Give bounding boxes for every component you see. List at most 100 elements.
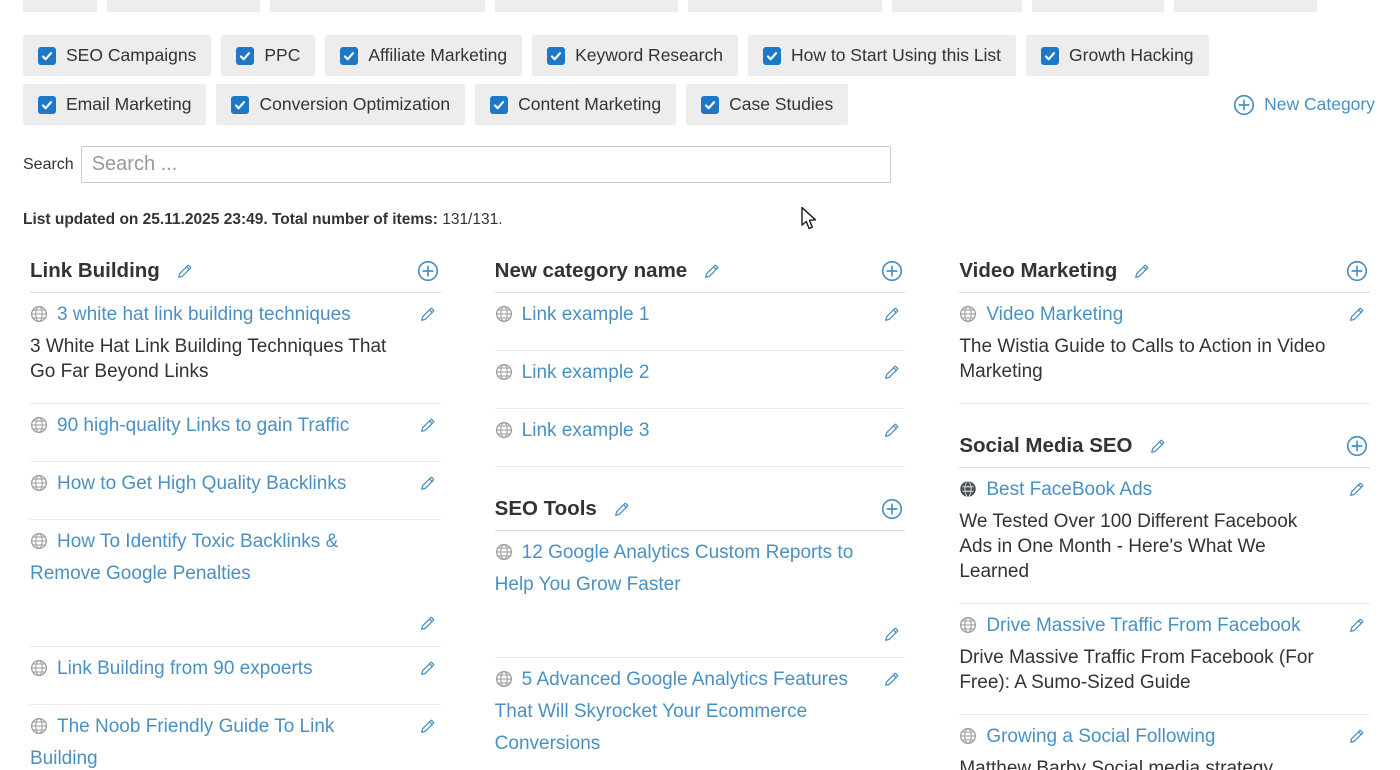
bookmark-link[interactable]: 5 Advanced Google Analytics Features Tha…	[495, 669, 848, 754]
edit-link-icon[interactable]	[419, 718, 436, 735]
edit-link-icon[interactable]	[1348, 306, 1365, 323]
edit-link-icon[interactable]	[1348, 617, 1365, 634]
add-link-icon[interactable]	[1346, 435, 1368, 457]
filter-chip[interactable]: PPC	[221, 35, 316, 76]
edit-link-icon[interactable]	[419, 417, 436, 434]
category-items: 12 Google Analytics Custom Reports to He…	[494, 531, 906, 770]
filter-row-1: SEO Campaigns PPC Affiliate Marketing Ke…	[23, 35, 1377, 76]
status-line: List updated on 25.11.2025 23:49. Total …	[23, 211, 1377, 229]
edit-link-icon[interactable]	[419, 306, 436, 323]
bookmark-link[interactable]: Drive Massive Traffic From Facebook	[986, 615, 1300, 636]
category-section: Social Media SEO Best FaceBook Ads We Te…	[959, 434, 1370, 770]
globe-favicon-icon	[30, 416, 48, 434]
bookmark-link[interactable]: Link example 3	[522, 420, 650, 441]
filter-chip[interactable]: Growth Hacking	[1026, 35, 1209, 76]
checkbox-checked-icon[interactable]	[236, 46, 255, 65]
search-input[interactable]	[80, 146, 891, 183]
checkbox-checked-icon[interactable]	[762, 46, 781, 65]
search-row: Search	[23, 146, 1377, 183]
link-item: The Noob Friendly Guide To Link Building	[30, 705, 441, 770]
category-title: Video Marketing	[959, 259, 1118, 282]
category-header: Social Media SEO	[959, 434, 1370, 468]
add-link-icon[interactable]	[1346, 260, 1368, 282]
filter-chip[interactable]: Content Marketing	[475, 84, 677, 125]
add-link-icon[interactable]	[881, 498, 903, 520]
bookmark-link[interactable]: Video Marketing	[986, 304, 1123, 325]
filter-chip[interactable]: How to Start Using this List	[747, 35, 1017, 76]
link-item: 5 Advanced Google Analytics Features Tha…	[495, 658, 906, 770]
cutoff-filter-chip[interactable]	[892, 0, 1022, 12]
add-category-icon	[1233, 94, 1255, 116]
edit-link-icon[interactable]	[883, 671, 900, 688]
edit-link-icon[interactable]	[419, 660, 436, 677]
edit-category-icon[interactable]	[703, 263, 720, 280]
link-line: Link example 3	[495, 415, 868, 447]
bookmark-link[interactable]: How To Identify Toxic Backlinks & Remove…	[30, 531, 338, 584]
edit-category-icon[interactable]	[1133, 263, 1150, 280]
checkbox-checked-icon[interactable]	[490, 95, 509, 114]
checkbox-checked-icon[interactable]	[38, 46, 56, 65]
bookmark-link[interactable]: Link example 1	[522, 304, 650, 325]
filter-chip[interactable]: SEO Campaigns	[23, 35, 212, 76]
edit-link-icon[interactable]	[419, 615, 436, 632]
category-header: New category name	[494, 259, 906, 293]
filter-chip[interactable]: Case Studies	[686, 84, 849, 125]
filter-chip-label: SEO Campaigns	[66, 45, 197, 65]
link-item: How to Get High Quality Backlinks	[30, 462, 441, 520]
bookmark-link[interactable]: Best FaceBook Ads	[986, 479, 1152, 500]
cutoff-filter-chip[interactable]	[107, 0, 260, 12]
edit-link-icon[interactable]	[883, 626, 900, 643]
cutoff-filter-chip[interactable]	[688, 0, 882, 12]
filter-chip[interactable]: Email Marketing	[23, 84, 207, 125]
link-item: Drive Massive Traffic From Facebook Driv…	[959, 604, 1370, 715]
new-category-button[interactable]: New Category	[1233, 94, 1377, 116]
checkbox-checked-icon[interactable]	[340, 46, 359, 65]
cutoff-filter-chip[interactable]	[1174, 0, 1317, 12]
link-line: 3 white hat link building techniques	[30, 299, 403, 331]
category-column: New category name Link example 1 Link ex…	[494, 259, 906, 770]
filter-chip-label: Case Studies	[729, 94, 834, 114]
globe-favicon-icon	[959, 305, 977, 323]
checkbox-checked-icon[interactable]	[231, 95, 250, 114]
globe-favicon-icon	[959, 616, 977, 634]
bookmark-link[interactable]: Link Building from 90 expoerts	[57, 658, 313, 679]
edit-category-icon[interactable]	[613, 501, 630, 518]
new-category-label: New Category	[1264, 94, 1375, 114]
edit-category-icon[interactable]	[176, 263, 193, 280]
globe-favicon-icon	[30, 474, 48, 492]
category-header: Video Marketing	[959, 259, 1370, 293]
status-count: 131/131.	[437, 211, 503, 228]
checkbox-checked-icon[interactable]	[547, 46, 566, 65]
bookmark-link[interactable]: 12 Google Analytics Custom Reports to He…	[495, 542, 854, 595]
bookmark-link[interactable]: 3 white hat link building techniques	[57, 304, 351, 325]
cutoff-filter-chip[interactable]	[270, 0, 485, 12]
edit-link-icon[interactable]	[883, 422, 900, 439]
filter-chip-label: Conversion Optimization	[259, 94, 451, 114]
edit-category-icon[interactable]	[1149, 438, 1166, 455]
add-link-icon[interactable]	[417, 260, 439, 282]
filter-chip[interactable]: Keyword Research	[532, 35, 738, 76]
edit-link-icon[interactable]	[883, 364, 900, 381]
link-line: How To Identify Toxic Backlinks & Remove…	[30, 526, 403, 590]
link-description: Drive Massive Traffic From Facebook (For…	[959, 647, 1314, 693]
bookmark-link[interactable]: Link example 2	[522, 362, 650, 383]
add-link-icon[interactable]	[881, 260, 903, 282]
cutoff-filter-chip[interactable]	[495, 0, 678, 12]
cutoff-filter-chip[interactable]	[1032, 0, 1164, 12]
bookmark-link[interactable]: Growing a Social Following	[986, 726, 1215, 747]
link-line: 5 Advanced Google Analytics Features Tha…	[495, 664, 868, 760]
checkbox-checked-icon[interactable]	[701, 95, 720, 114]
link-description: 3 White Hat Link Building Techniques Tha…	[30, 336, 387, 382]
edit-link-icon[interactable]	[1348, 481, 1365, 498]
bookmark-link[interactable]: 90 high-quality Links to gain Traffic	[57, 415, 349, 436]
filter-chip[interactable]: Conversion Optimization	[216, 84, 466, 125]
edit-link-icon[interactable]	[419, 475, 436, 492]
edit-link-icon[interactable]	[1348, 728, 1365, 745]
bookmark-link[interactable]: How to Get High Quality Backlinks	[57, 473, 346, 494]
edit-link-icon[interactable]	[883, 306, 900, 323]
checkbox-checked-icon[interactable]	[38, 95, 56, 114]
bookmark-link[interactable]: The Noob Friendly Guide To Link Building	[30, 716, 334, 769]
filter-chip[interactable]: Affiliate Marketing	[325, 35, 523, 76]
cutoff-filter-chip[interactable]	[23, 0, 97, 12]
checkbox-checked-icon[interactable]	[1041, 46, 1060, 65]
